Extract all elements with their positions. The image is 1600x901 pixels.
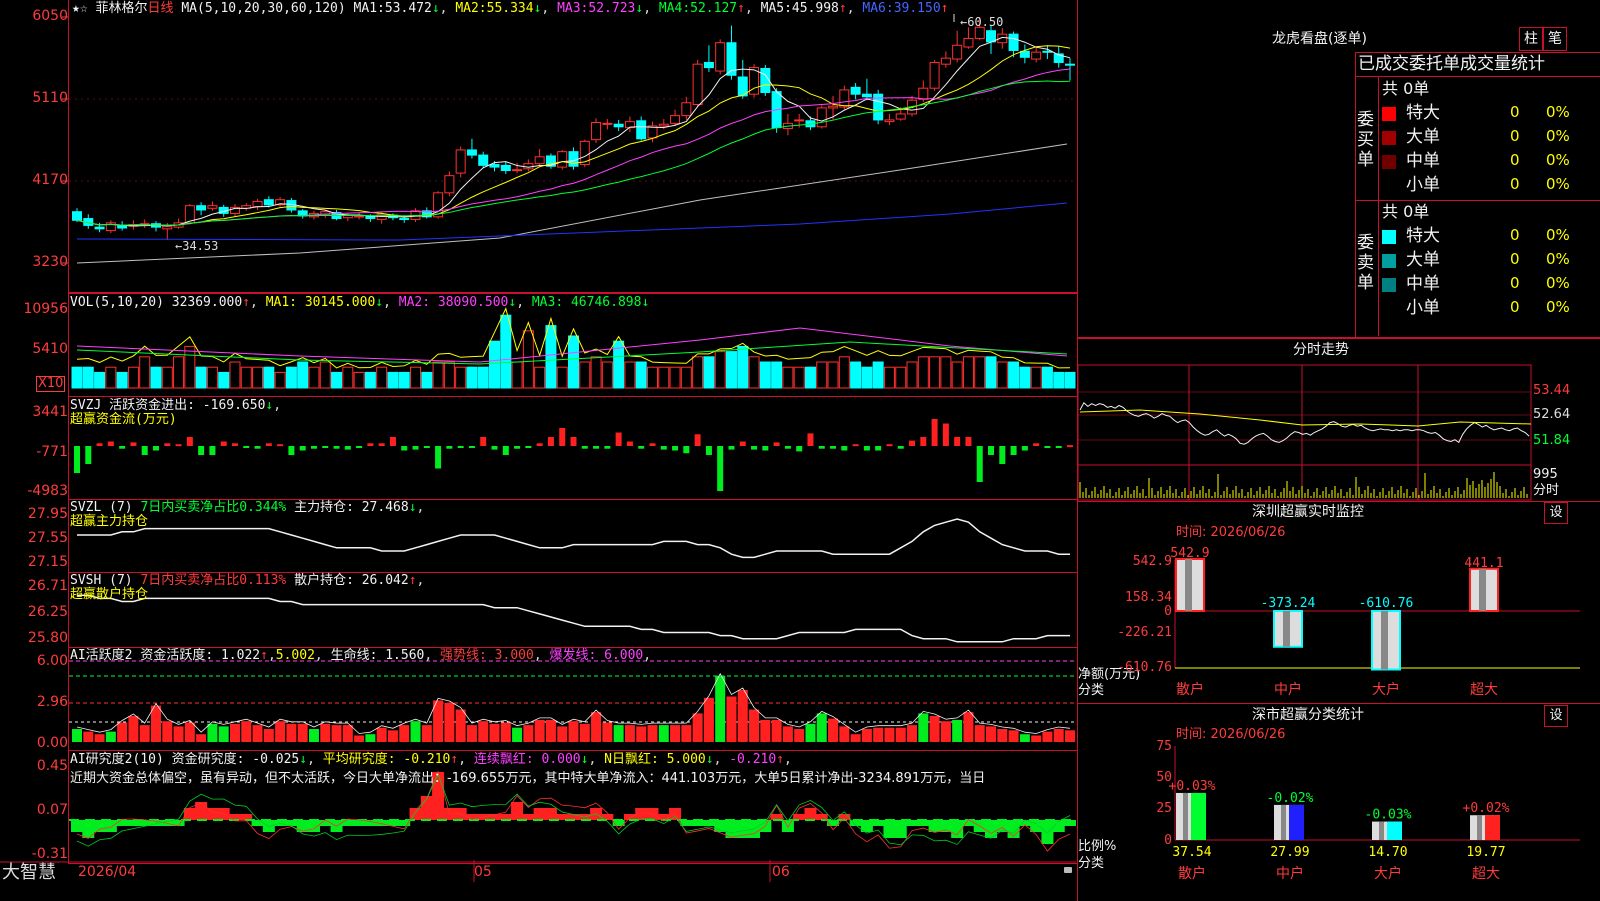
monitor-cat-label: 散户	[1176, 681, 1204, 698]
monitor-bar-shade	[1185, 559, 1192, 611]
monitor-cat-label: 大户	[1372, 681, 1400, 698]
classify-bar-color	[1485, 815, 1500, 840]
classify-cat-label: 散户	[1178, 865, 1206, 882]
classify-bar-delta: +0.02%	[1463, 801, 1510, 816]
monitor-cat-label: 超大	[1470, 682, 1498, 698]
classify-axis-label: 75	[1156, 739, 1172, 754]
classify-bar-color	[1387, 821, 1402, 840]
classify-bar-delta: +0.03%	[1169, 779, 1216, 794]
monitor-bar-value: 441.1	[1464, 556, 1503, 571]
classify-bar-shade	[1379, 821, 1384, 840]
classify-bar-shade	[1477, 815, 1482, 840]
fenshi-frame	[1077, 364, 1532, 501]
classify-bar-delta: -0.02%	[1267, 791, 1314, 806]
classify-bar-shade	[1281, 804, 1286, 840]
monitor-axis-label: 0	[1164, 604, 1172, 619]
classify-cat-label: 超大	[1472, 866, 1500, 882]
monitor-bar-value: -610.76	[1359, 596, 1414, 611]
classify-axis-label: 25	[1156, 801, 1172, 816]
classify-bar-delta: -0.03%	[1365, 808, 1412, 823]
fenshi-avg-line	[1079, 409, 1532, 427]
fenshi-price-line	[1079, 401, 1530, 445]
monitor-cat-label: 中户	[1274, 681, 1302, 698]
monitor-axis-label: 542.9	[1133, 554, 1172, 569]
classify-bar-value: 14.70	[1368, 845, 1407, 860]
classify-axis-label: 0	[1164, 833, 1172, 848]
classify-bar-color	[1191, 792, 1206, 840]
right-chart-svg: 542.9158.340-226.21-610.76542.9散户-373.24…	[1077, 364, 1580, 882]
classify-bar-color	[1289, 804, 1304, 840]
classify-cat-label: 大户	[1374, 865, 1402, 882]
monitor-axis-label: -610.76	[1117, 660, 1172, 675]
monitor-bar-shade	[1283, 611, 1290, 647]
classify-bar-value: 27.99	[1270, 845, 1309, 860]
classify-cat-label: 中户	[1276, 865, 1304, 882]
monitor-bar-value: 542.9	[1170, 546, 1209, 561]
monitor-bar-shade	[1479, 568, 1486, 611]
classify-bar-value: 19.77	[1466, 845, 1505, 860]
monitor-axis-label: -226.21	[1117, 625, 1172, 640]
monitor-bar-value: -373.24	[1261, 596, 1316, 611]
monitor-axis-label: 158.34	[1125, 590, 1172, 605]
monitor-bar-shade	[1381, 611, 1388, 670]
classify-bar-value: 37.54	[1172, 845, 1211, 860]
classify-bar-shade	[1183, 792, 1188, 840]
